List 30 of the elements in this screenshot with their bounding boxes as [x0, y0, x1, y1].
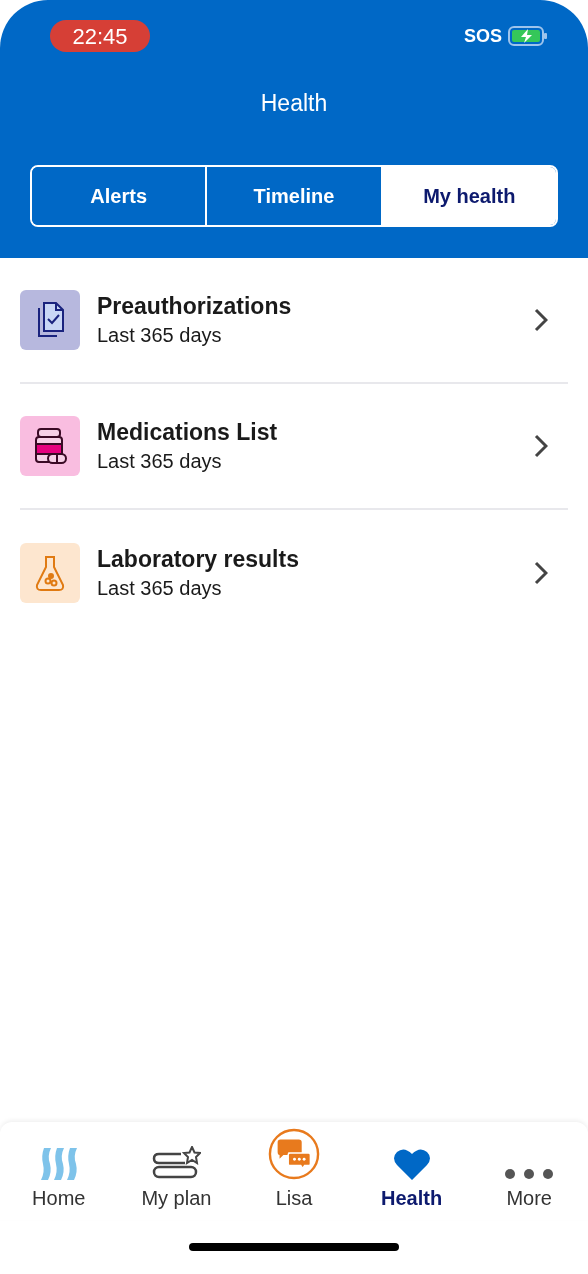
item-title: Laboratory results: [97, 545, 300, 574]
health-list-item[interactable]: Preauthorizations Last 365 days: [20, 278, 568, 384]
nav-item[interactable]: More: [470, 1122, 588, 1220]
more-icon: [504, 1168, 555, 1180]
documents-icon: [20, 290, 80, 350]
nav-item[interactable]: Health: [352, 1122, 471, 1220]
chat-icon: [268, 1128, 320, 1180]
nav-item[interactable]: Lisa: [235, 1122, 353, 1220]
pill-bottle-icon: [20, 416, 80, 476]
flask-icon: [20, 543, 80, 603]
list-star-icon: [151, 1146, 202, 1180]
page-title: Health: [259, 89, 329, 118]
tab[interactable]: My health: [380, 166, 556, 225]
chevron-right-icon: [534, 434, 548, 458]
item-subtitle: Last 365 days: [97, 449, 223, 474]
waves-icon: [38, 1148, 79, 1180]
chevron-right-icon: [534, 561, 548, 585]
health-list-item[interactable]: Laboratory results Last 365 days: [20, 530, 568, 616]
item-title: Medications List: [97, 418, 279, 447]
time-pill: 22:45: [50, 20, 150, 52]
item-title: Preauthorizations: [97, 292, 293, 321]
heart-icon: [392, 1148, 431, 1180]
nav-item[interactable]: My plan: [117, 1122, 236, 1220]
item-subtitle: Last 365 days: [97, 576, 223, 601]
sos-label: SOS: [464, 24, 502, 48]
item-subtitle: Last 365 days: [97, 323, 223, 348]
health-list-item[interactable]: Medications List Last 365 days: [20, 404, 568, 510]
chevron-right-icon: [534, 308, 548, 332]
battery-icon: [508, 26, 548, 46]
nav-item[interactable]: Home: [0, 1122, 118, 1220]
